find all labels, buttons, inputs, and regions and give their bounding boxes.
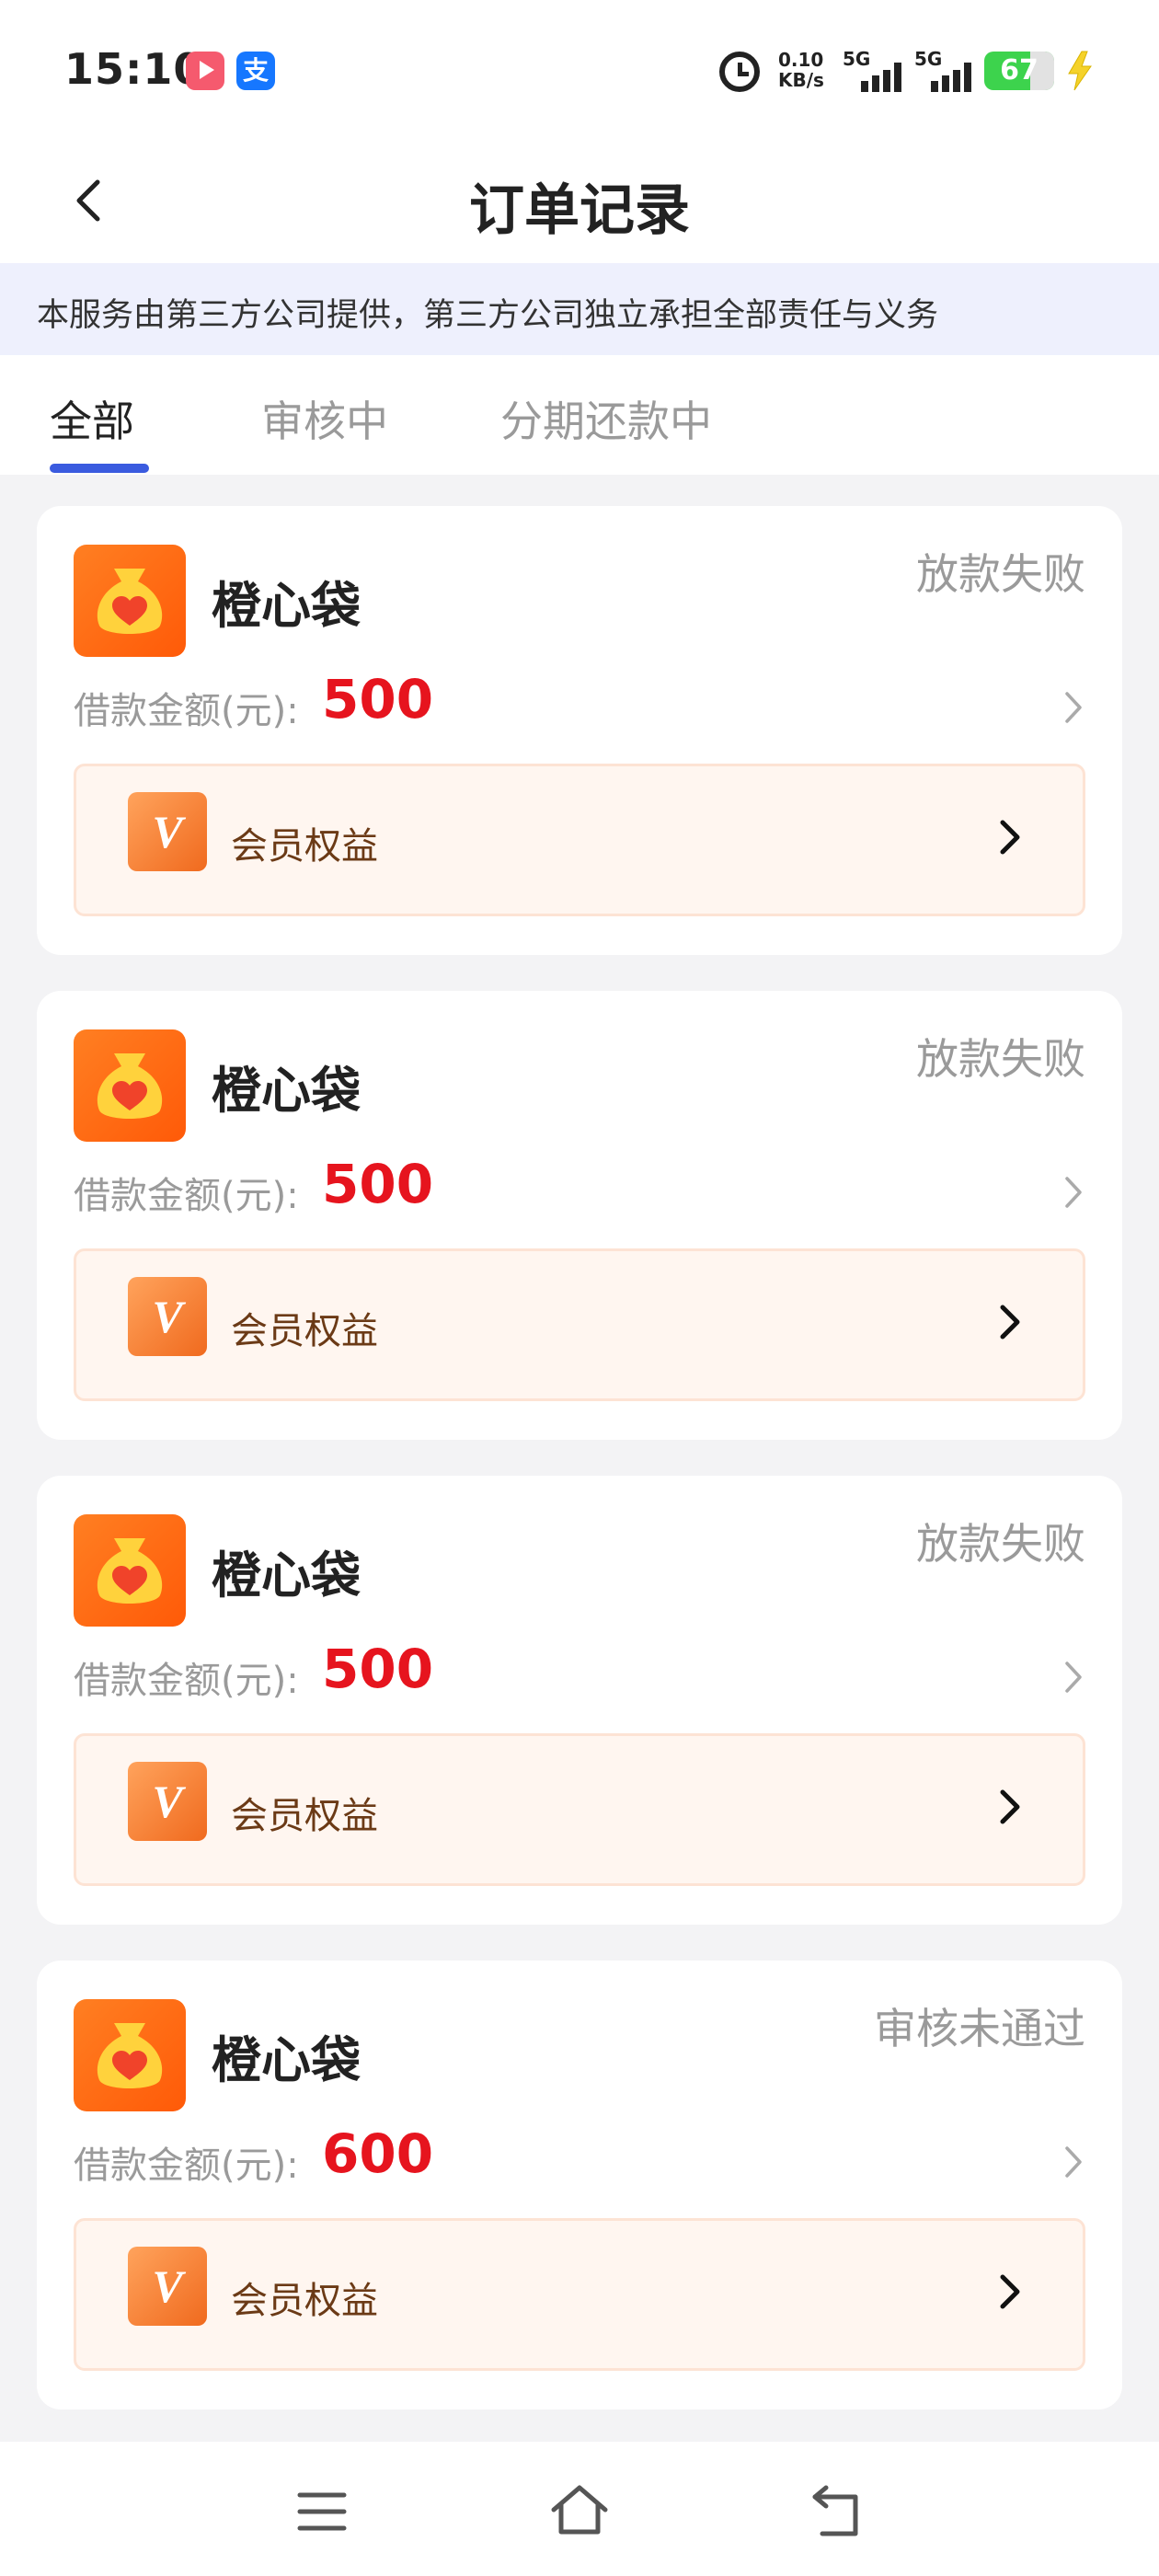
tab-indicator bbox=[50, 464, 149, 473]
status-time: 15:10 bbox=[64, 44, 204, 94]
chevron-right-icon[interactable] bbox=[1060, 1171, 1087, 1213]
order-status: 审核未通过 bbox=[874, 2004, 1085, 2053]
order-card[interactable]: 橙心袋 放款失败借款金额(元): 500 V 会员权益 bbox=[37, 991, 1122, 1440]
chevron-right-icon[interactable] bbox=[1060, 2141, 1087, 2183]
loan-amount-label: 借款金额(元): bbox=[74, 690, 299, 732]
battery-icon: 67 bbox=[984, 52, 1054, 90]
member-benefits-button[interactable]: V 会员权益 bbox=[74, 764, 1085, 916]
product-name: 橙心袋 bbox=[212, 1547, 361, 1604]
product-name: 橙心袋 bbox=[212, 1062, 361, 1120]
notice-text: 本服务由第三方公司提供，第三方公司独立承担全部责任与义务 bbox=[37, 297, 939, 334]
member-benefits-label: 会员权益 bbox=[231, 825, 378, 868]
order-card[interactable]: 橙心袋 放款失败借款金额(元): 500 V 会员权益 bbox=[37, 506, 1122, 955]
order-card[interactable]: 橙心袋 放款失败借款金额(元): 500 V 会员权益 bbox=[37, 1476, 1122, 1925]
loan-amount: 500 bbox=[322, 668, 434, 730]
network-speed-unit: KB/s bbox=[778, 69, 824, 91]
menu-icon[interactable] bbox=[293, 2482, 351, 2541]
order-card[interactable]: 橙心袋 审核未通过借款金额(元): 600 V 会员权益 bbox=[37, 1961, 1122, 2409]
money-bag-logo-icon bbox=[74, 545, 186, 657]
member-benefits-button[interactable]: V 会员权益 bbox=[74, 1248, 1085, 1401]
money-bag-logo-icon bbox=[74, 1514, 186, 1627]
notice-banner: 本服务由第三方公司提供，第三方公司独立承担全部责任与义务 bbox=[0, 263, 1159, 355]
signal-icon bbox=[861, 61, 909, 92]
signal-icon-2 bbox=[931, 61, 979, 92]
alarm-icon bbox=[719, 52, 760, 92]
member-benefits-button[interactable]: V 会员权益 bbox=[74, 1733, 1085, 1886]
charging-bolt-icon bbox=[1068, 51, 1092, 91]
chevron-right-icon bbox=[1000, 1305, 1020, 1340]
loan-amount: 500 bbox=[322, 1153, 434, 1215]
system-nav-bar bbox=[0, 2442, 1159, 2576]
chevron-right-icon[interactable] bbox=[1060, 686, 1087, 729]
loan-amount-label: 借款金额(元): bbox=[74, 2145, 299, 2187]
member-benefits-label: 会员权益 bbox=[231, 1310, 378, 1352]
back-icon[interactable] bbox=[809, 2482, 868, 2541]
chevron-right-icon[interactable] bbox=[1060, 1656, 1087, 1698]
battery-level: 67 bbox=[1000, 54, 1039, 86]
order-tabs: 全部 审核中 分期还款中 bbox=[0, 355, 1159, 475]
vip-icon: V bbox=[128, 1277, 207, 1356]
loan-amount: 600 bbox=[322, 2122, 434, 2185]
loan-amount: 500 bbox=[322, 1638, 434, 1700]
nav-bar: 订单记录 bbox=[0, 138, 1159, 263]
status-bar: 15:10 支 0.10 KB/s 5G 5G 67 bbox=[0, 0, 1159, 138]
video-app-icon bbox=[186, 52, 224, 90]
vip-icon: V bbox=[128, 2247, 207, 2326]
chevron-right-icon bbox=[1000, 1789, 1020, 1824]
chevron-right-icon bbox=[1000, 2274, 1020, 2309]
member-benefits-label: 会员权益 bbox=[231, 2280, 378, 2322]
product-name: 橙心袋 bbox=[212, 2031, 361, 2089]
home-icon[interactable] bbox=[550, 2482, 609, 2541]
money-bag-logo-icon bbox=[74, 1029, 186, 1142]
loan-amount-label: 借款金额(元): bbox=[74, 1175, 299, 1217]
member-benefits-label: 会员权益 bbox=[231, 1795, 378, 1837]
order-records-page: 15:10 支 0.10 KB/s 5G 5G 67 订单记录 本服务由第三方公… bbox=[0, 0, 1159, 2576]
tab-all[interactable]: 全部 bbox=[50, 388, 134, 449]
chevron-right-icon bbox=[1000, 820, 1020, 855]
tab-installment-repaying[interactable]: 分期还款中 bbox=[500, 388, 712, 449]
order-status: 放款失败 bbox=[916, 1519, 1085, 1569]
order-status: 放款失败 bbox=[916, 1034, 1085, 1084]
tab-reviewing[interactable]: 审核中 bbox=[261, 388, 388, 449]
vip-icon: V bbox=[128, 1762, 207, 1841]
loan-amount-label: 借款金额(元): bbox=[74, 1660, 299, 1702]
vip-icon: V bbox=[128, 792, 207, 871]
alipay-icon: 支 bbox=[236, 52, 275, 90]
product-name: 橙心袋 bbox=[212, 577, 361, 635]
network-speed: 0.10 KB/s bbox=[778, 50, 833, 90]
member-benefits-button[interactable]: V 会员权益 bbox=[74, 2218, 1085, 2371]
network-speed-value: 0.10 bbox=[778, 49, 824, 71]
order-status: 放款失败 bbox=[916, 549, 1085, 599]
page-title: 订单记录 bbox=[469, 178, 690, 243]
money-bag-logo-icon bbox=[74, 1999, 186, 2111]
